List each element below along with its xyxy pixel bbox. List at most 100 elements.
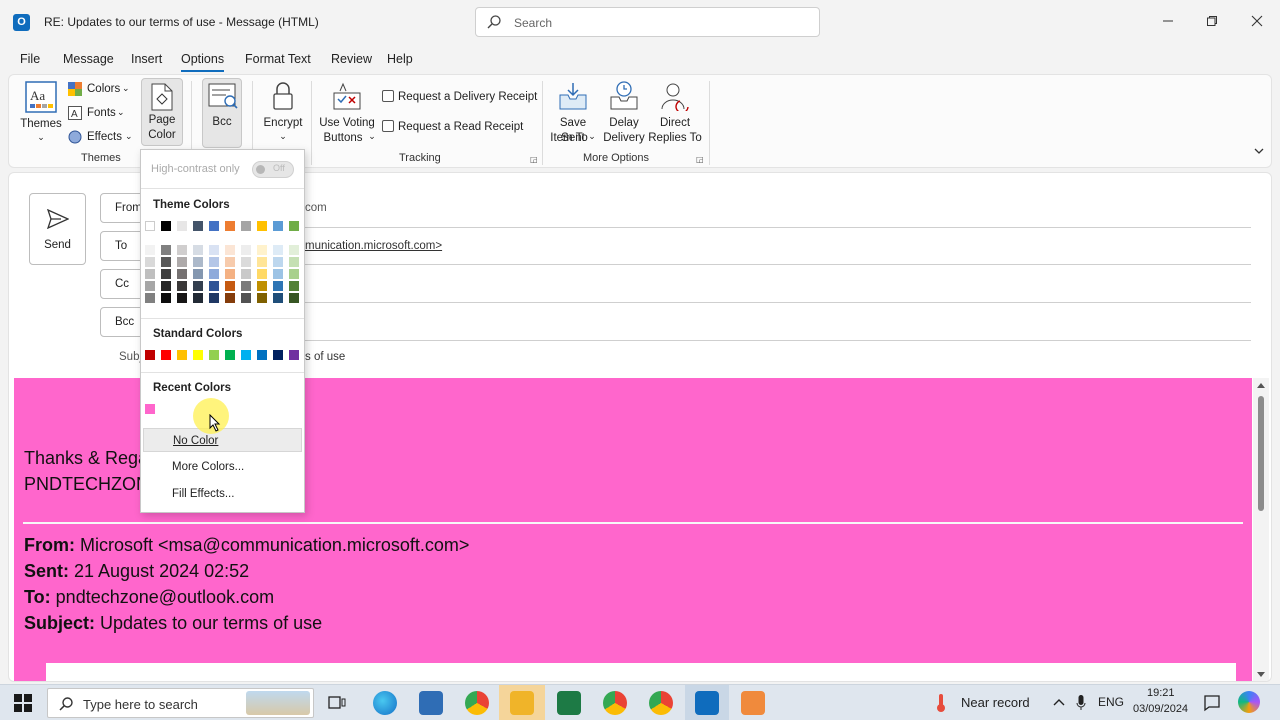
standard-color-swatch[interactable] — [257, 350, 267, 360]
theme-color-shade-swatch[interactable] — [273, 269, 283, 279]
page-color-button[interactable]: Page Color — [141, 78, 183, 146]
theme-color-swatch[interactable] — [161, 221, 171, 231]
standard-color-swatch[interactable] — [273, 350, 283, 360]
theme-color-shade-swatch[interactable] — [241, 281, 251, 291]
theme-color-shade-swatch[interactable] — [193, 257, 203, 267]
theme-color-swatch[interactable] — [209, 221, 219, 231]
subject-value[interactable]: s of use — [305, 351, 345, 363]
theme-color-shade-swatch[interactable] — [177, 257, 187, 267]
theme-color-shade-swatch[interactable] — [225, 257, 235, 267]
tracking-dialog-launcher-icon[interactable]: ◲ — [530, 155, 538, 164]
theme-color-shade-swatch[interactable] — [145, 245, 155, 255]
theme-color-swatch[interactable] — [257, 221, 267, 231]
theme-color-shade-swatch[interactable] — [257, 245, 267, 255]
theme-color-shade-swatch[interactable] — [273, 245, 283, 255]
scrollbar-thumb[interactable] — [1258, 396, 1264, 511]
direct-replies-button[interactable]: Direct Replies To — [647, 79, 703, 145]
store-icon[interactable] — [419, 691, 443, 715]
theme-color-shade-swatch[interactable] — [177, 293, 187, 303]
delay-delivery-button[interactable]: Delay Delivery — [601, 79, 647, 145]
standard-color-swatch[interactable] — [161, 350, 171, 360]
theme-color-shade-swatch[interactable] — [257, 269, 267, 279]
theme-color-shade-swatch[interactable] — [241, 257, 251, 267]
themes-button[interactable]: Aa Themes ⌄ — [17, 79, 65, 143]
copilot-icon[interactable] — [1238, 691, 1260, 713]
standard-color-swatch[interactable] — [145, 350, 155, 360]
theme-color-shade-swatch[interactable] — [273, 281, 283, 291]
more-options-dialog-launcher-icon[interactable]: ◲ — [696, 155, 704, 164]
windows-start-icon[interactable] — [14, 694, 32, 712]
scroll-up-icon[interactable] — [1256, 381, 1266, 389]
edge-icon[interactable] — [373, 691, 397, 715]
theme-color-shade-swatch[interactable] — [161, 245, 171, 255]
tab-format-text[interactable]: Format Text — [245, 52, 311, 66]
theme-color-shade-swatch[interactable] — [209, 269, 219, 279]
encrypt-button[interactable]: Encrypt ⌄ — [259, 79, 307, 145]
theme-color-shade-swatch[interactable] — [257, 257, 267, 267]
fonts-button[interactable]: A Fonts ⌄ — [67, 105, 131, 123]
theme-color-shade-swatch[interactable] — [241, 245, 251, 255]
theme-color-shade-swatch[interactable] — [209, 257, 219, 267]
theme-color-shade-swatch[interactable] — [145, 257, 155, 267]
search-input[interactable]: Search — [475, 7, 820, 37]
minimize-button[interactable] — [1158, 12, 1178, 32]
theme-color-swatch[interactable] — [273, 221, 283, 231]
standard-color-swatch[interactable] — [177, 350, 187, 360]
standard-color-swatch[interactable] — [289, 350, 299, 360]
theme-color-shade-swatch[interactable] — [225, 245, 235, 255]
notification-icon[interactable] — [1203, 694, 1221, 712]
scroll-down-icon[interactable] — [1256, 671, 1266, 679]
colors-button[interactable]: Colors ⌄ — [67, 81, 131, 99]
theme-color-shade-swatch[interactable] — [177, 245, 187, 255]
close-button[interactable] — [1247, 12, 1267, 32]
to-recipient[interactable]: munication.microsoft.com> — [305, 240, 442, 252]
theme-color-shade-swatch[interactable] — [257, 293, 267, 303]
recent-color-swatch[interactable] — [145, 404, 155, 414]
theme-color-shade-swatch[interactable] — [209, 281, 219, 291]
theme-color-shade-swatch[interactable] — [145, 293, 155, 303]
standard-color-swatch[interactable] — [193, 350, 203, 360]
tab-insert[interactable]: Insert — [131, 52, 162, 66]
fill-effects-item[interactable]: Fill Effects... — [143, 482, 302, 506]
bcc-toggle-button[interactable]: Bcc — [202, 78, 242, 148]
theme-color-shade-swatch[interactable] — [289, 257, 299, 267]
tab-file[interactable]: File — [20, 52, 40, 66]
excel-icon[interactable] — [557, 691, 581, 715]
theme-color-shade-swatch[interactable] — [177, 269, 187, 279]
standard-color-swatch[interactable] — [209, 350, 219, 360]
theme-color-shade-swatch[interactable] — [209, 245, 219, 255]
theme-color-shade-swatch[interactable] — [289, 245, 299, 255]
high-contrast-toggle[interactable]: Off — [252, 161, 294, 178]
theme-color-shade-swatch[interactable] — [145, 281, 155, 291]
tab-message[interactable]: Message — [63, 52, 114, 66]
standard-color-swatch[interactable] — [241, 350, 251, 360]
theme-color-shade-swatch[interactable] — [161, 293, 171, 303]
theme-color-shade-swatch[interactable] — [177, 281, 187, 291]
save-sent-item-button[interactable]: Save Sent Item To ⌄ — [547, 79, 599, 145]
microphone-icon[interactable] — [1076, 694, 1086, 712]
no-color-item[interactable]: No Color — [143, 428, 302, 452]
theme-color-swatch[interactable] — [193, 221, 203, 231]
theme-color-shade-swatch[interactable] — [273, 293, 283, 303]
theme-color-swatch[interactable] — [145, 221, 155, 231]
theme-color-shade-swatch[interactable] — [241, 269, 251, 279]
theme-color-shade-swatch[interactable] — [193, 245, 203, 255]
theme-color-shade-swatch[interactable] — [241, 293, 251, 303]
use-voting-buttons[interactable]: Use Voting Buttons ⌄ — [315, 79, 379, 145]
theme-color-shade-swatch[interactable] — [193, 281, 203, 291]
theme-color-shade-swatch[interactable] — [289, 281, 299, 291]
theme-color-swatch[interactable] — [225, 221, 235, 231]
chrome-profile-2-icon[interactable] — [649, 691, 673, 715]
effects-button[interactable]: Effects ⌄ — [67, 129, 135, 147]
theme-color-swatch[interactable] — [177, 221, 187, 231]
clock-date[interactable]: 03/09/2024 — [1133, 703, 1188, 715]
read-receipt-checkbox[interactable] — [382, 120, 394, 132]
standard-color-swatch[interactable] — [225, 350, 235, 360]
theme-color-shade-swatch[interactable] — [257, 281, 267, 291]
delivery-receipt-checkbox[interactable] — [382, 90, 394, 102]
theme-color-shade-swatch[interactable] — [161, 257, 171, 267]
theme-color-shade-swatch[interactable] — [289, 293, 299, 303]
theme-color-shade-swatch[interactable] — [209, 293, 219, 303]
more-colors-item[interactable]: More Colors... — [143, 455, 302, 479]
taskbar-search-input[interactable]: Type here to search — [47, 688, 314, 718]
